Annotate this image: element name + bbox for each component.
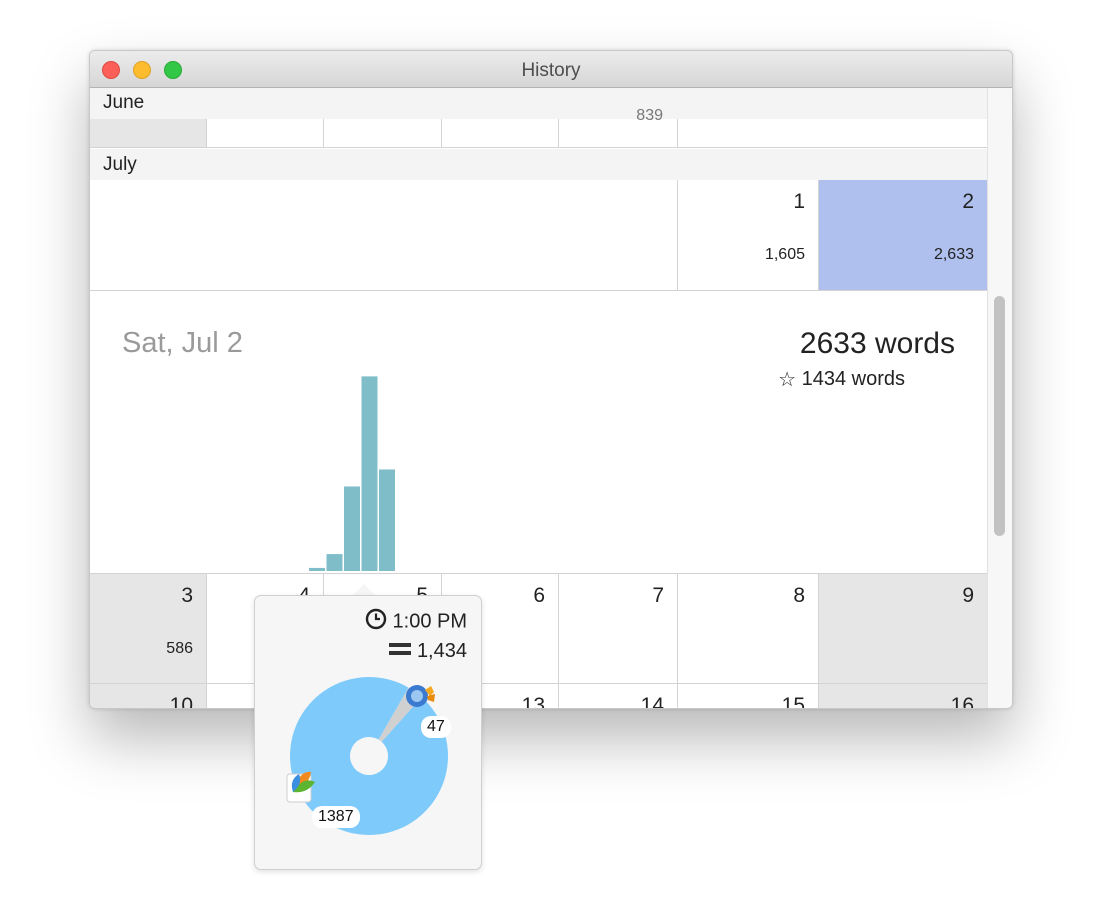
day-number: 3 [181, 584, 193, 607]
day-cell-2-selected[interactable]: 2 2,633 [819, 180, 987, 291]
day-cell-16[interactable]: 16 [819, 684, 987, 708]
detail-total-words: 2633 words [799, 327, 955, 360]
june-day-cell[interactable]: 839 [559, 107, 678, 148]
june-day-cell[interactable] [90, 119, 207, 148]
day-cell-9[interactable]: 9 [819, 573, 987, 684]
hour-bar-0[interactable] [309, 567, 325, 571]
day-number: 14 [640, 694, 664, 708]
june-empty-cell [678, 119, 987, 148]
day-cell-7[interactable]: 7 [559, 573, 678, 684]
day-cell-1[interactable]: 1 1,605 [678, 180, 819, 291]
hour-bar-3[interactable] [361, 376, 378, 571]
month-header-july: July [90, 149, 987, 181]
star-icon: ☆ [778, 369, 797, 391]
app-a-count: 47 [421, 716, 451, 738]
detail-date: Sat, Jul 2 [122, 327, 243, 359]
hour-bar-4[interactable] [379, 469, 395, 571]
app-a-icon [406, 685, 435, 707]
day-number: 1 [793, 190, 805, 213]
vertical-scrollbar[interactable] [987, 88, 1012, 708]
day-number: 6 [533, 584, 545, 607]
calendar-view: June 839 July 1 1,605 2 2,633 Sat, Jul 2… [90, 88, 987, 708]
june-day-cell[interactable] [324, 119, 442, 148]
day-number: 10 [169, 694, 193, 708]
june-day-count: 839 [636, 107, 663, 124]
day-cell-3[interactable]: 3 586 [90, 573, 207, 684]
month-header-june: June [90, 88, 987, 120]
day-word-count: 1,605 [764, 246, 805, 263]
window-title: History [521, 60, 581, 81]
month-label-july: July [103, 154, 137, 175]
title-bar: History [90, 51, 1012, 88]
june-day-cell[interactable] [207, 119, 324, 148]
scrollbar-thumb[interactable] [994, 296, 1005, 536]
day-number: 13 [521, 694, 545, 708]
month-label-june: June [103, 92, 145, 113]
day-number: 9 [962, 584, 974, 607]
history-window: History June 839 July 1 1,605 2 2,633 Sa… [89, 50, 1013, 709]
day-word-count: 2,633 [933, 246, 974, 263]
empty-week-cells [90, 180, 678, 291]
day-number: 15 [781, 694, 805, 708]
hour-popover: 1:00 PM 1,434 47 1387 [254, 595, 482, 870]
day-number: 2 [962, 190, 974, 213]
day-number: 7 [652, 584, 664, 607]
day-cell-8[interactable]: 8 [678, 573, 819, 684]
day-cell-10[interactable]: 10 [90, 684, 207, 708]
detail-starred: ☆ 1434 words [778, 367, 905, 392]
day-number: 16 [950, 694, 974, 708]
starred-words: 1434 words [801, 368, 905, 390]
day-number: 8 [793, 584, 805, 607]
day-cell-14[interactable]: 14 [559, 684, 678, 708]
june-day-cell[interactable] [442, 119, 559, 148]
app-b-icon [286, 771, 315, 803]
day-detail-panel: Sat, Jul 2 2633 words ☆ 1434 words [90, 291, 987, 573]
hour-bar-1[interactable] [326, 554, 343, 571]
day-cell-15[interactable]: 15 [678, 684, 819, 708]
day-word-count: 586 [166, 640, 193, 657]
hour-bar-2[interactable] [344, 486, 360, 571]
app-b-count: 1387 [312, 806, 360, 828]
